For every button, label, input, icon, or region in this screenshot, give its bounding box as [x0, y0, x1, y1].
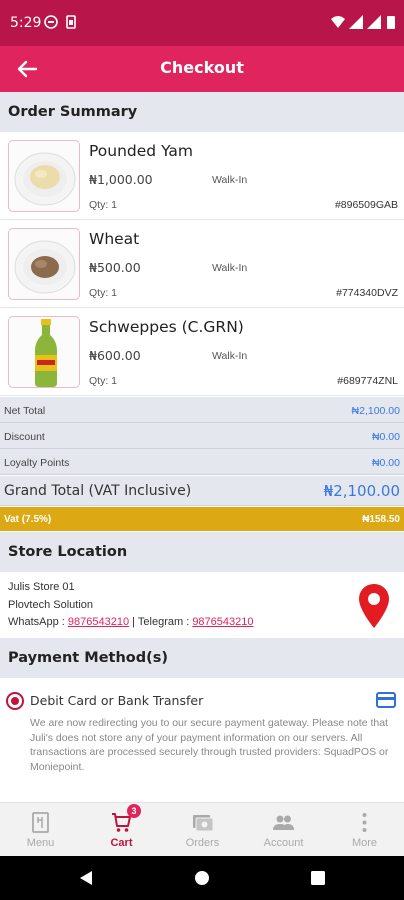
store-company: Plovtech Solution	[8, 599, 93, 611]
net-total-row: Net Total ₦2,100.00	[0, 397, 404, 423]
item-name: Pounded Yam	[89, 142, 193, 160]
home-circle-icon[interactable]	[194, 870, 210, 886]
schweppes-image	[8, 316, 80, 388]
order-summary-heading: Order Summary	[0, 92, 404, 132]
loyalty-value: ₦0.00	[371, 457, 400, 469]
page-title: Checkout	[160, 58, 244, 77]
more-vertical-icon	[362, 813, 367, 832]
nav-more-label: More	[351, 837, 378, 849]
item-price: ₦1,000.00	[89, 172, 153, 187]
item-price: ₦500.00	[89, 260, 141, 275]
app-bar: Checkout	[0, 46, 404, 92]
telegram-link[interactable]: 9876543210	[192, 616, 253, 628]
nav-orders[interactable]: Orders	[162, 803, 243, 857]
pounded-yam-image	[8, 140, 80, 212]
bottom-nav: Menu 3 Cart Orders Account More	[0, 802, 404, 856]
signal-icon	[349, 15, 363, 29]
signal-icon	[367, 15, 381, 29]
nav-orders-label: Orders	[185, 837, 220, 849]
vat-row: Vat (7.5%) ₦158.50	[0, 507, 404, 531]
nav-cart-label: Cart	[110, 837, 133, 849]
status-time: 5:29	[10, 15, 42, 31]
back-triangle-icon[interactable]	[78, 870, 94, 886]
nav-account-label: Account	[263, 837, 304, 849]
nav-menu-label: Menu	[26, 837, 55, 849]
discount-label: Discount	[4, 431, 45, 443]
notification-icon	[44, 15, 58, 29]
wifi-icon	[331, 16, 345, 28]
net-total-value: ₦2,100.00	[351, 405, 400, 417]
payment-method-card: Debit Card or Bank Transfer We are now r…	[0, 678, 404, 802]
status-bar: 5:29	[0, 0, 404, 46]
item-channel: Walk-In	[212, 174, 248, 186]
store-location-heading: Store Location	[0, 532, 404, 572]
system-nav-bar	[0, 856, 404, 900]
cart-badge: 3	[127, 804, 141, 818]
order-item[interactable]: Schweppes (C.GRN) ₦600.00 Walk-In Qty: 1…	[0, 308, 404, 396]
grand-total-value: ₦2,100.00	[323, 482, 400, 500]
nav-cart[interactable]: 3 Cart	[81, 803, 162, 857]
contact-separator: |	[132, 616, 136, 628]
discount-value: ₦0.00	[371, 431, 400, 443]
credit-card-icon	[376, 692, 396, 708]
item-name: Schweppes (C.GRN)	[89, 318, 244, 336]
nav-more[interactable]: More	[324, 803, 404, 857]
battery-icon	[387, 16, 395, 29]
vat-value: ₦158.50	[362, 514, 400, 525]
payment-option-label[interactable]: Debit Card or Bank Transfer	[30, 693, 203, 708]
whatsapp-link[interactable]: 9876543210	[68, 616, 129, 628]
store-name: Julis Store 01	[8, 581, 75, 593]
net-total-label: Net Total	[4, 405, 46, 417]
item-qty: Qty: 1	[89, 199, 118, 211]
discount-row: Discount ₦0.00	[0, 423, 404, 449]
item-ref: #896509GAB	[334, 199, 398, 211]
loyalty-label: Loyalty Points	[4, 457, 70, 469]
wheat-image	[8, 228, 80, 300]
item-channel: Walk-In	[212, 350, 248, 362]
order-item[interactable]: Pounded Yam ₦1,000.00 Walk-In Qty: 1 #89…	[0, 132, 404, 220]
store-location-card: Julis Store 01 Plovtech Solution WhatsAp…	[0, 572, 404, 638]
item-qty: Qty: 1	[89, 375, 118, 387]
whatsapp-label: WhatsApp :	[8, 616, 65, 628]
item-ref: #689774ZNL	[337, 375, 398, 387]
menu-book-icon	[32, 812, 49, 833]
people-icon	[273, 815, 294, 830]
order-item[interactable]: Wheat ₦500.00 Walk-In Qty: 1 #774340DVZ	[0, 220, 404, 308]
loyalty-row: Loyalty Points ₦0.00	[0, 449, 404, 475]
orders-icon	[193, 815, 213, 832]
payment-option-radio[interactable]	[6, 692, 24, 710]
item-ref: #774340DVZ	[336, 287, 398, 299]
map-pin-icon[interactable]	[358, 584, 390, 628]
telegram-label: Telegram :	[137, 616, 190, 628]
grand-total-label: Grand Total (VAT Inclusive)	[4, 483, 192, 499]
store-contacts: WhatsApp : 9876543210 | Telegram : 98765…	[8, 616, 254, 628]
vat-label: Vat (7.5%)	[4, 514, 52, 525]
sim-icon	[66, 15, 76, 29]
nav-account[interactable]: Account	[243, 803, 324, 857]
item-name: Wheat	[89, 230, 140, 248]
nav-menu[interactable]: Menu	[0, 803, 81, 857]
item-channel: Walk-In	[212, 262, 248, 274]
item-qty: Qty: 1	[89, 287, 118, 299]
payment-note: We are now redirecting you to our secure…	[30, 717, 389, 773]
payment-methods-heading: Payment Method(s)	[0, 638, 404, 678]
item-price: ₦600.00	[89, 348, 141, 363]
recents-square-icon[interactable]	[310, 870, 326, 886]
grand-total-row: Grand Total (VAT Inclusive) ₦2,100.00	[0, 476, 404, 506]
